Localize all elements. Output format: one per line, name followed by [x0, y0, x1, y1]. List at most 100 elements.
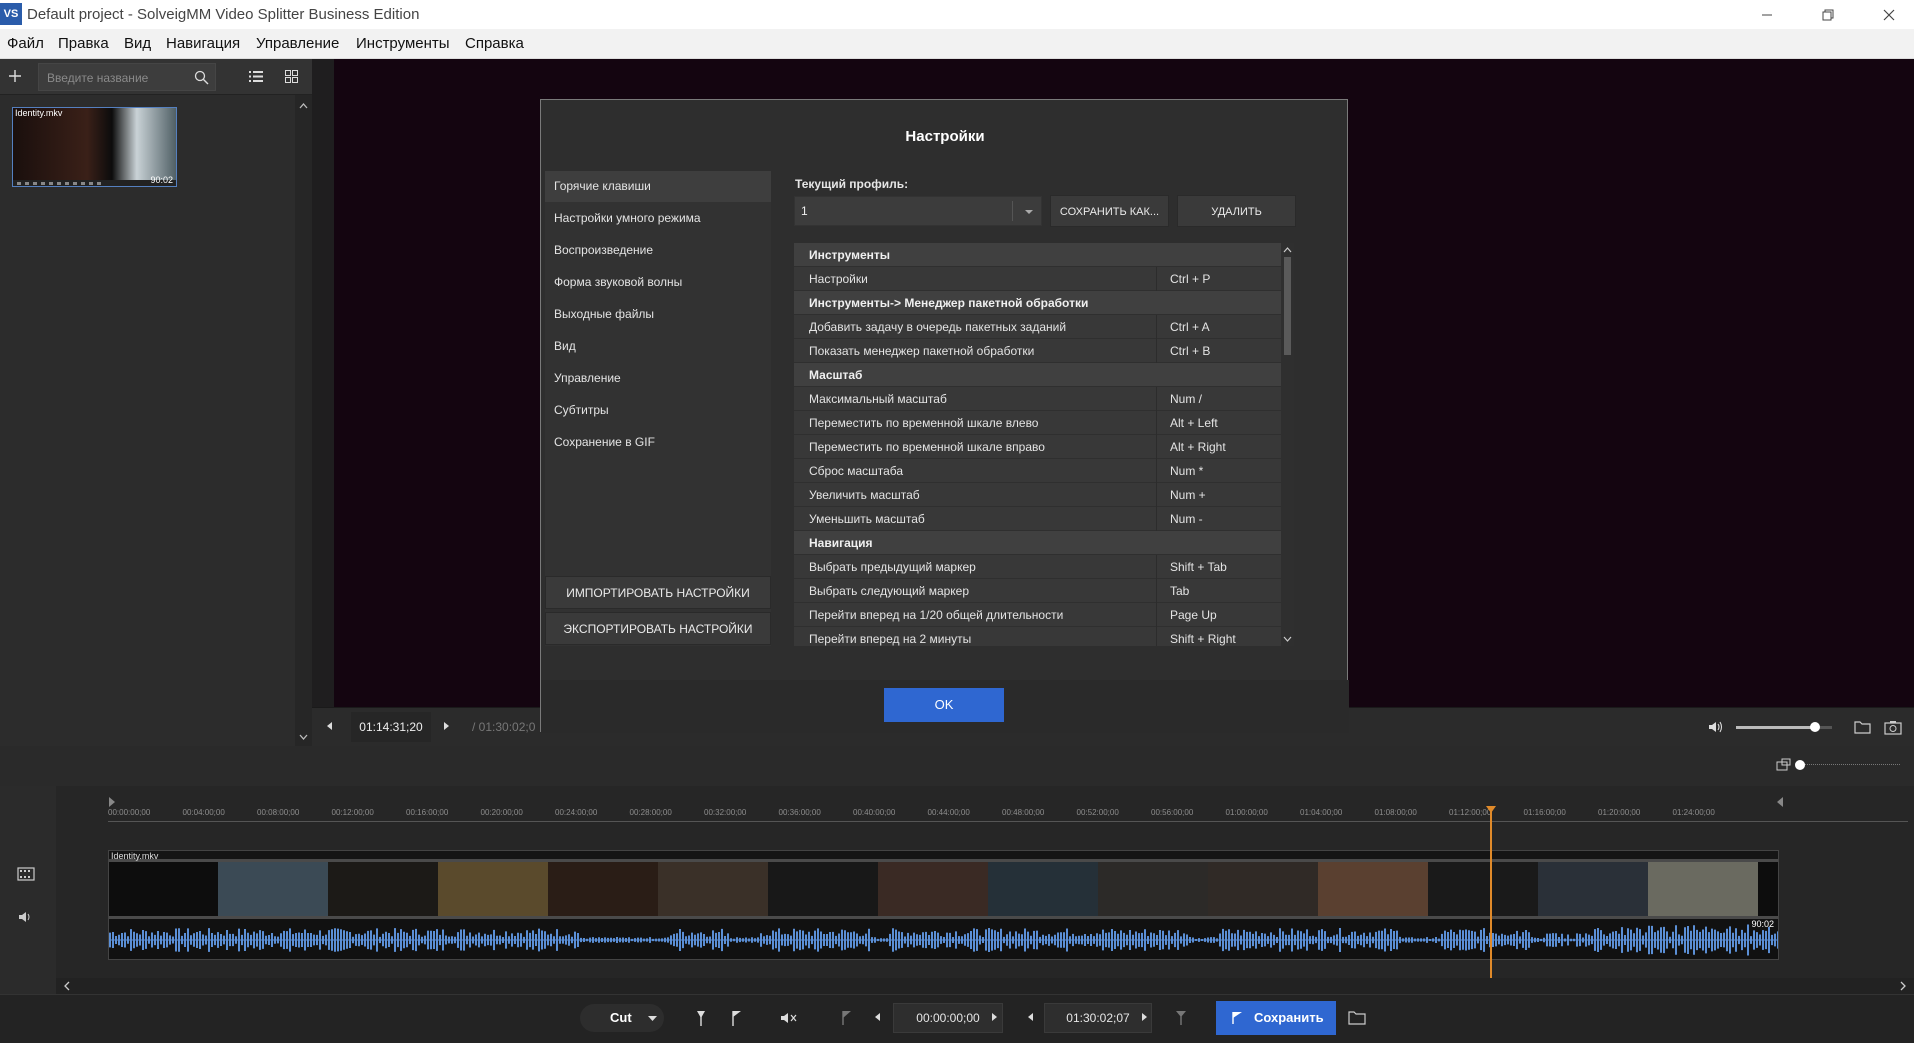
hotkey-shortcut[interactable]: Shift + Right: [1170, 632, 1236, 646]
close-button[interactable]: [1866, 0, 1912, 29]
mark-out-icon: [732, 1011, 741, 1026]
delete-profile-button[interactable]: УДАЛИТЬ: [1177, 195, 1296, 227]
dialog-title: Настройки: [905, 128, 985, 145]
hotkey-row[interactable]: Настройки Ctrl + P: [794, 267, 1281, 291]
hotkey-shortcut[interactable]: Alt + Left: [1170, 416, 1218, 430]
hotkey-row[interactable]: Сброс масштаба Num *: [794, 459, 1281, 483]
minimize-button[interactable]: [1744, 0, 1790, 29]
ruler-tick-label: 00:24:00;00: [555, 808, 598, 817]
timeline-ruler[interactable]: 00:00:00;00 00:04:00;00 00:08:00;00 00:12:0…: [56, 786, 1914, 836]
hotkeys-scrollbar[interactable]: [1281, 243, 1294, 646]
grid-view-button[interactable]: [285, 70, 298, 83]
output-folder-button[interactable]: [1348, 1010, 1366, 1025]
nav-waveform[interactable]: Форма звуковой волны: [545, 267, 771, 298]
mark-in-button[interactable]: [695, 1009, 707, 1027]
clip-filmstrip: [109, 859, 1778, 919]
list-view-icon: [249, 71, 263, 82]
start-next-button[interactable]: [990, 1011, 1000, 1023]
settings-dialog: Настройки Горячие клавиши Настройки умно…: [540, 99, 1349, 733]
hotkey-row[interactable]: Перейти вперед на 2 минуты Shift + Right: [794, 627, 1281, 646]
hotkey-row[interactable]: Выбрать предыдущий маркер Shift + Tab: [794, 555, 1281, 579]
mark-out-button[interactable]: [730, 1009, 742, 1027]
hotkey-shortcut[interactable]: Tab: [1170, 584, 1189, 598]
hotkey-shortcut[interactable]: Num /: [1170, 392, 1202, 406]
scroll-thumb[interactable]: [1284, 257, 1291, 355]
hotkey-shortcut[interactable]: Page Up: [1170, 608, 1217, 622]
restore-button[interactable]: [1805, 0, 1851, 29]
start-prev-button[interactable]: [872, 1011, 882, 1023]
volume-button[interactable]: [1708, 720, 1724, 734]
hotkey-shortcut[interactable]: Shift + Tab: [1170, 560, 1227, 574]
profile-select[interactable]: 1: [794, 196, 1042, 226]
search-button[interactable]: [194, 70, 209, 85]
hotkey-row[interactable]: Переместить по временной шкале влево Alt …: [794, 411, 1281, 435]
timeline-clip[interactable]: Identity.mkv 90:02: [108, 850, 1779, 960]
menu-tools[interactable]: Инструменты: [356, 35, 450, 52]
import-settings-button[interactable]: ИМПОРТИРОВАТЬ НАСТРОЙКИ: [545, 576, 771, 609]
next-frame-button[interactable]: [442, 720, 452, 732]
hotkey-action-name: Увеличить масштаб: [809, 488, 920, 502]
open-folder-button[interactable]: [1854, 720, 1871, 734]
mode-select[interactable]: Cut: [580, 1004, 664, 1032]
hotkey-row[interactable]: Увеличить масштаб Num +: [794, 483, 1281, 507]
hotkey-group-row: Инструменты-> Менеджер пакетной обработк…: [794, 291, 1281, 315]
menu-view[interactable]: Вид: [124, 35, 151, 52]
nav-smart-mode[interactable]: Настройки умного режима: [545, 203, 771, 234]
hotkey-group-row: Инструменты: [794, 243, 1281, 267]
export-settings-button[interactable]: ЭКСПОРТИРОВАТЬ НАСТРОЙКИ: [545, 612, 771, 645]
hotkey-row[interactable]: Переместить по временной шкале вправо Alt…: [794, 435, 1281, 459]
end-time-field[interactable]: 01:30:02;07: [1044, 1003, 1152, 1033]
zoom-slider-handle[interactable]: [1795, 760, 1805, 770]
nav-subtitles[interactable]: Субтитры: [545, 395, 771, 426]
library-scrollbar[interactable]: [295, 95, 312, 746]
end-prev-button[interactable]: [1025, 1011, 1035, 1023]
hotkey-shortcut[interactable]: Num -: [1170, 512, 1203, 526]
menu-file[interactable]: Файл: [7, 35, 44, 52]
nav-control[interactable]: Управление: [545, 363, 771, 394]
hotkey-row[interactable]: Показать менеджер пакетной обработки Ctrl…: [794, 339, 1281, 363]
hotkey-row[interactable]: Перейти вперед на 1/20 общей длительност…: [794, 603, 1281, 627]
nav-output-files[interactable]: Выходные файлы: [545, 299, 771, 330]
volume-slider[interactable]: [1736, 722, 1832, 732]
mute-button[interactable]: [780, 1011, 798, 1025]
hotkey-row[interactable]: Добавить задачу в очередь пакетных задан…: [794, 315, 1281, 339]
save-button[interactable]: Сохранить: [1216, 1001, 1336, 1035]
volume-slider-handle[interactable]: [1809, 722, 1820, 732]
menu-edit[interactable]: Правка: [58, 35, 109, 52]
hotkey-shortcut[interactable]: Num *: [1170, 464, 1203, 478]
ruler-tick-label: 01:12:00;00: [1449, 808, 1492, 817]
menu-help[interactable]: Справка: [465, 35, 524, 52]
search-input[interactable]: [47, 69, 187, 87]
hotkey-shortcut[interactable]: Ctrl + B: [1170, 344, 1210, 358]
hotkey-shortcut[interactable]: Ctrl + A: [1170, 320, 1210, 334]
prev-frame-button[interactable]: [324, 720, 334, 732]
menu-control[interactable]: Управление: [256, 35, 339, 52]
ruler-tick-label: 00:52:00;00: [1076, 808, 1119, 817]
save-as-button[interactable]: СОХРАНИТЬ КАК...: [1050, 195, 1169, 227]
set-start-button[interactable]: [841, 1010, 853, 1026]
timeline-zoom-slider[interactable]: [1795, 760, 1900, 770]
list-view-button[interactable]: [249, 70, 263, 83]
set-end-button[interactable]: [1175, 1010, 1187, 1026]
nav-playback[interactable]: Воспроизведение: [545, 235, 771, 266]
nav-gif-save[interactable]: Сохранение в GIF: [545, 427, 771, 458]
media-clip-thumbnail[interactable]: Identity.mkv 90:02: [12, 107, 177, 187]
ok-button[interactable]: OK: [884, 688, 1004, 722]
snapshot-button[interactable]: [1884, 720, 1902, 735]
triangle-right-icon: [1142, 1013, 1147, 1021]
nav-view[interactable]: Вид: [545, 331, 771, 362]
current-time-field[interactable]: 01:14:31;20: [351, 712, 431, 742]
hotkey-shortcut[interactable]: Alt + Right: [1170, 440, 1226, 454]
hotkey-row[interactable]: Выбрать следующий маркер Tab: [794, 579, 1281, 603]
hotkey-row[interactable]: Максимальный масштаб Num /: [794, 387, 1281, 411]
end-next-button[interactable]: [1140, 1011, 1150, 1023]
timeline-scrollbar[interactable]: [56, 978, 1914, 994]
hotkey-shortcut[interactable]: Ctrl + P: [1170, 272, 1210, 286]
hotkey-shortcut[interactable]: Num +: [1170, 488, 1206, 502]
add-file-button[interactable]: [8, 69, 22, 83]
menu-navigation[interactable]: Навигация: [166, 35, 240, 52]
hotkey-row[interactable]: Уменьшить масштаб Num -: [794, 507, 1281, 531]
nav-hotkeys[interactable]: Горячие клавиши: [545, 171, 771, 202]
start-time-field[interactable]: 00:00:00;00: [893, 1003, 1003, 1033]
playhead[interactable]: [1486, 806, 1496, 988]
